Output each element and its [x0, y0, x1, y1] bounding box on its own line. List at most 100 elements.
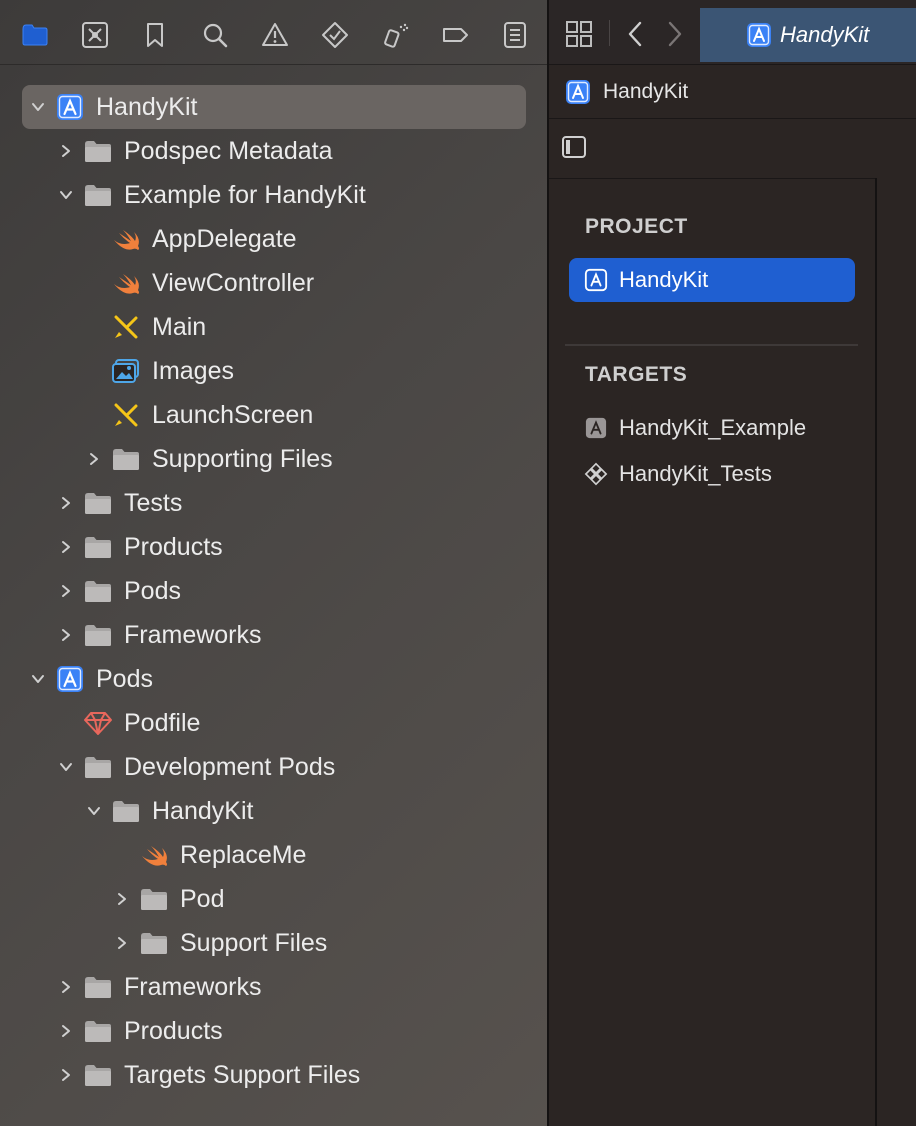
tree-row[interactable]: Development Pods	[0, 745, 547, 789]
warning-icon[interactable]	[260, 20, 290, 50]
tree-row[interactable]: Frameworks	[0, 965, 547, 1009]
target-item-example[interactable]: HandyKit_Example	[569, 406, 855, 450]
xcode-project-icon	[565, 79, 591, 105]
editor-tab-label: HandyKit	[780, 22, 870, 47]
inspector-bar	[549, 118, 916, 179]
chevron-right-icon[interactable]	[58, 627, 74, 643]
folder-icon	[82, 577, 114, 605]
tree-row[interactable]: Frameworks	[0, 613, 547, 657]
chevron-left-icon[interactable]	[625, 20, 645, 48]
tree-row-label: Development Pods	[124, 752, 336, 781]
tree-row-label: ReplaceMe	[180, 840, 307, 869]
bookmark-icon[interactable]	[140, 20, 170, 50]
folder-icon	[82, 181, 114, 209]
chevron-down-icon[interactable]	[58, 759, 74, 775]
swift-file-icon	[110, 269, 142, 297]
chevron-right-icon[interactable]	[58, 539, 74, 555]
tree-row-label: Frameworks	[124, 972, 262, 1001]
tree-row[interactable]: Products	[0, 1009, 547, 1053]
xcode-project-icon	[54, 93, 86, 121]
tree-row-label: Frameworks	[124, 620, 262, 649]
tree-row-label: Main	[152, 312, 207, 341]
tree-row-label: Pods	[96, 664, 153, 693]
tree-row-label: Products	[124, 532, 223, 561]
section-divider	[565, 344, 858, 346]
folder-icon[interactable]	[20, 20, 50, 50]
tree-row[interactable]: Pods	[0, 569, 547, 613]
folder-icon	[138, 885, 170, 913]
chevron-right-icon[interactable]	[58, 979, 74, 995]
folder-icon	[82, 753, 114, 781]
test-diamond-icon[interactable]	[320, 20, 350, 50]
tree-row[interactable]: Podfile	[0, 701, 547, 745]
tree-row[interactable]: HandyKit	[0, 85, 547, 129]
tree-row[interactable]: Podspec Metadata	[0, 129, 547, 173]
tree-row-label: Pod	[180, 884, 225, 913]
tree-row[interactable]: ViewController	[0, 261, 547, 305]
chevron-right-icon[interactable]	[114, 935, 130, 951]
project-item-handykit[interactable]: HandyKit	[569, 258, 855, 302]
tree-row-label: HandyKit	[152, 796, 254, 825]
chevron-right-icon[interactable]	[86, 451, 102, 467]
chevron-right-icon[interactable]	[58, 495, 74, 511]
chevron-right-icon[interactable]	[58, 583, 74, 599]
tree-row[interactable]: AppDelegate	[0, 217, 547, 261]
xcode-project-icon	[746, 22, 772, 48]
tree-row[interactable]: Targets Support Files	[0, 1053, 547, 1097]
target-item-tests[interactable]: HandyKit_Tests	[569, 452, 855, 496]
editor-tab-bar: HandyKit	[549, 0, 916, 65]
chevron-down-icon[interactable]	[58, 187, 74, 203]
chevron-down-icon[interactable]	[30, 671, 46, 687]
tree-row[interactable]: Supporting Files	[0, 437, 547, 481]
chevron-right-icon[interactable]	[58, 1067, 74, 1083]
tree-row-label: HandyKit	[96, 92, 198, 121]
targets-section-title: TARGETS	[585, 363, 688, 386]
target-item-label: HandyKit_Example	[619, 415, 807, 440]
folder-icon	[110, 797, 142, 825]
chevron-right-icon[interactable]	[58, 143, 74, 159]
folder-icon	[82, 973, 114, 1001]
chevron-down-icon[interactable]	[30, 99, 46, 115]
chevron-right-icon[interactable]	[114, 891, 130, 907]
search-icon[interactable]	[200, 20, 230, 50]
chevron-down-icon[interactable]	[86, 803, 102, 819]
tree-row[interactable]: Pod	[0, 877, 547, 921]
tree-row[interactable]: Tests	[0, 481, 547, 525]
asset-catalog-icon	[110, 357, 142, 385]
source-control-icon[interactable]	[80, 20, 110, 50]
tree-row[interactable]: LaunchScreen	[0, 393, 547, 437]
tree-row[interactable]: Products	[0, 525, 547, 569]
editor-tab[interactable]: HandyKit	[700, 8, 916, 62]
tree-row-label: Tests	[124, 488, 183, 517]
debug-spray-icon[interactable]	[380, 20, 410, 50]
breakpoint-icon[interactable]	[440, 20, 470, 50]
swift-file-icon	[138, 841, 170, 869]
editor-area: HandyKit HandyKit PROJECT HandyKit TARGE…	[549, 0, 916, 1126]
chevron-right-icon[interactable]	[58, 1023, 74, 1039]
report-icon[interactable]	[500, 20, 530, 50]
navigator-toolbar	[0, 0, 547, 65]
jumpbar-item[interactable]: HandyKit	[565, 78, 688, 106]
tree-row[interactable]: Pods	[0, 657, 547, 701]
tree-row-label: Images	[152, 356, 234, 385]
tree-row[interactable]: ReplaceMe	[0, 833, 547, 877]
folder-icon	[82, 1061, 114, 1089]
grid-view-icon[interactable]	[565, 20, 593, 48]
sidebar-toggle-icon[interactable]	[561, 134, 587, 160]
tree-row-label: Pods	[124, 576, 181, 605]
tree-row[interactable]: Support Files	[0, 921, 547, 965]
chevron-right-icon[interactable]	[665, 20, 685, 48]
tree-row[interactable]: Example for HandyKit	[0, 173, 547, 217]
test-target-icon	[583, 461, 609, 487]
tree-row[interactable]: Images	[0, 349, 547, 393]
folder-icon	[82, 533, 114, 561]
tree-row[interactable]: Main	[0, 305, 547, 349]
tree-row-label: Targets Support Files	[124, 1060, 361, 1089]
toolbar-separator	[609, 20, 610, 46]
tree-row[interactable]: HandyKit	[0, 789, 547, 833]
folder-icon	[110, 445, 142, 473]
